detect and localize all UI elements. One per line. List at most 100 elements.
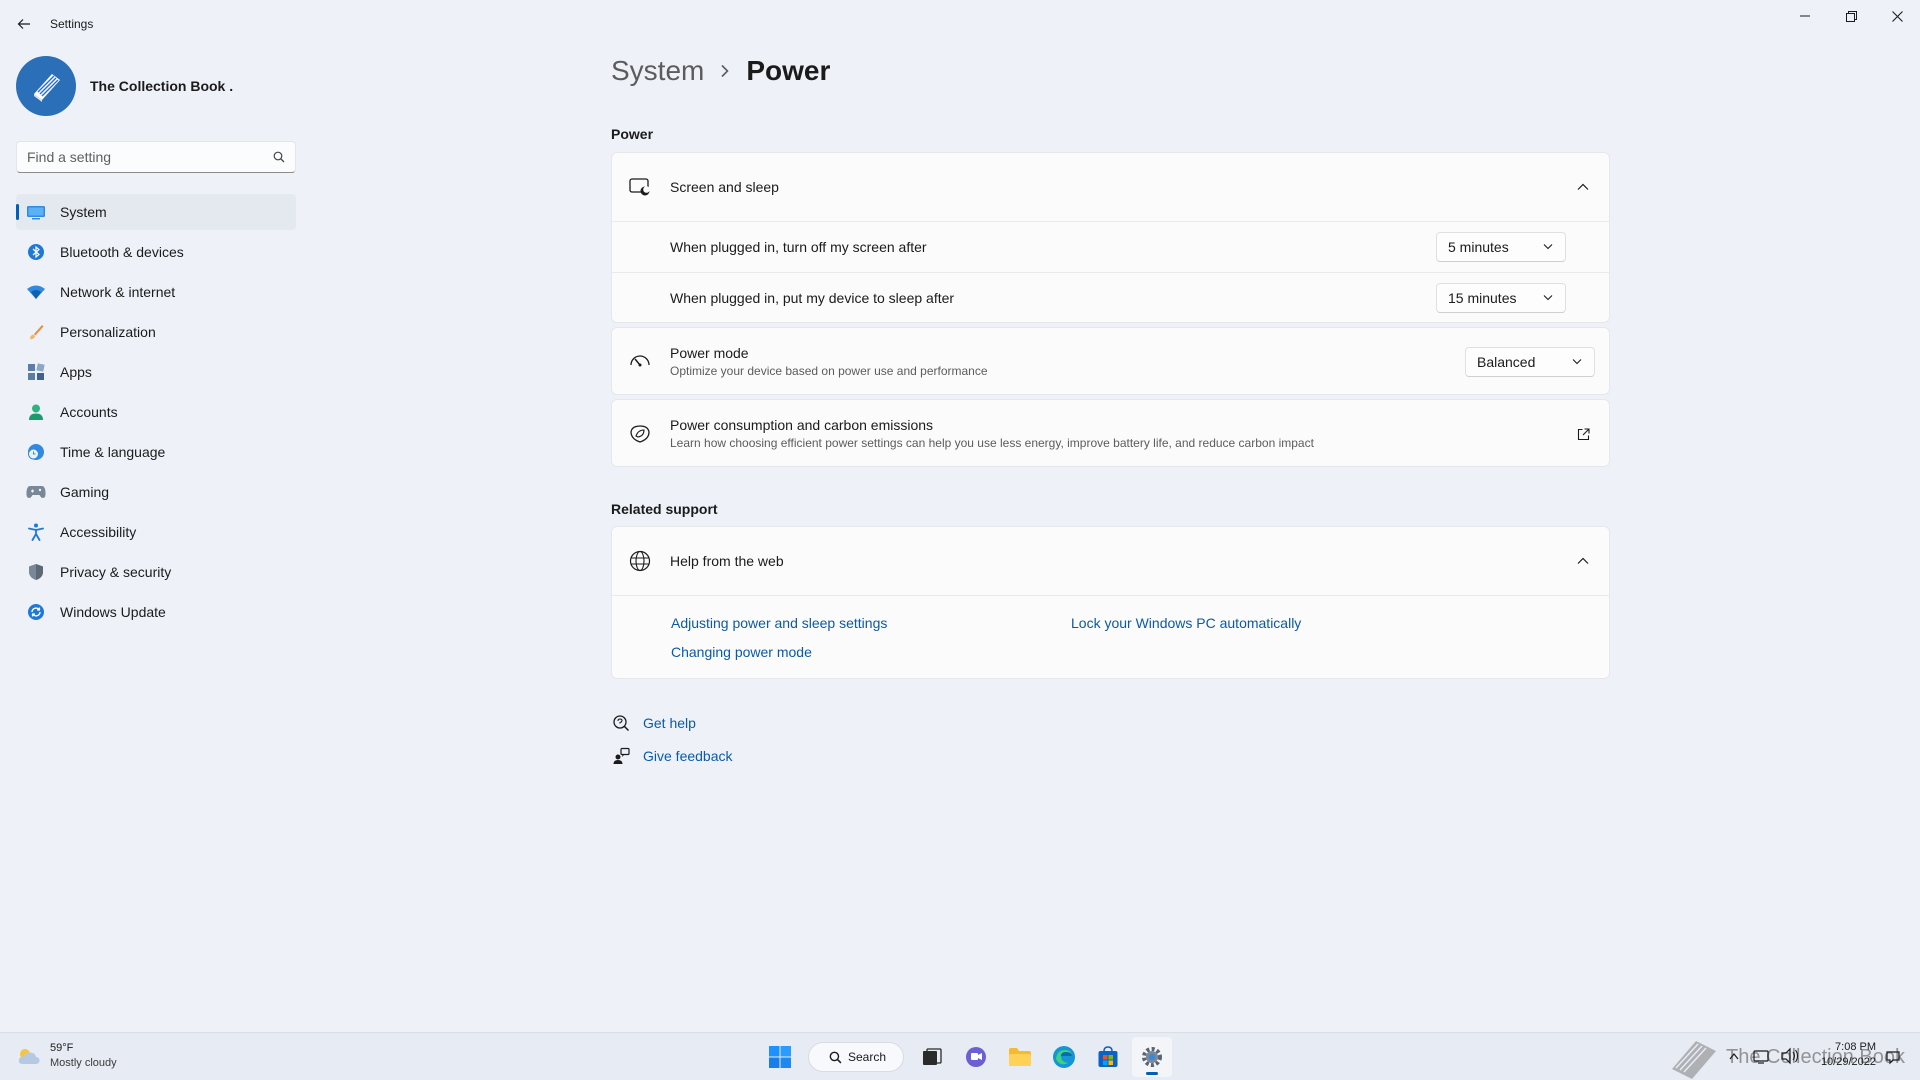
globe-clock-icon	[26, 442, 46, 462]
power-consumption-card[interactable]: Power consumption and carbon emissions L…	[611, 399, 1610, 467]
help-chat-icon	[611, 713, 631, 733]
accessibility-icon	[26, 522, 46, 542]
chevron-right-icon	[720, 64, 730, 78]
book-watermark-icon	[1672, 1041, 1716, 1079]
sidebar-item-gaming[interactable]: Gaming	[16, 474, 296, 510]
back-arrow-icon	[17, 19, 30, 29]
get-help-label: Get help	[643, 715, 696, 731]
app-title: Settings	[50, 17, 94, 31]
clock[interactable]: 7:08 PM 10/29/2022	[1816, 1040, 1876, 1070]
date: 10/29/2022	[1820, 1056, 1876, 1068]
time: 7:08 PM	[1835, 1041, 1876, 1053]
minimize-icon	[1800, 15, 1810, 17]
taskbar-search[interactable]: Search	[808, 1042, 904, 1072]
apps-icon	[26, 362, 46, 382]
power-consumption-description: Learn how choosing efficient power setti…	[670, 436, 1314, 450]
tray-chevron-up-icon[interactable]	[1728, 1041, 1740, 1071]
search-box[interactable]	[16, 141, 296, 173]
power-mode-text: Power mode Optimize your device based on…	[670, 345, 988, 378]
book-logo-icon	[34, 74, 60, 102]
sidebar-item-label: Accounts	[60, 404, 118, 420]
chevron-up-icon[interactable]	[1571, 549, 1595, 573]
task-view-icon	[923, 1048, 942, 1065]
volume-icon[interactable]	[1780, 1041, 1800, 1071]
close-button[interactable]	[1874, 0, 1920, 32]
sidebar-item-privacy[interactable]: Privacy & security	[16, 554, 296, 590]
back-button[interactable]	[10, 10, 38, 38]
chat-button[interactable]	[956, 1037, 996, 1077]
chat-icon	[966, 1047, 986, 1067]
weather-condition: Mostly cloudy	[50, 1057, 117, 1069]
gear-icon	[1142, 1047, 1162, 1067]
sleep-dropdown[interactable]: 15 minutes	[1436, 283, 1566, 313]
get-help-link[interactable]: Get help	[611, 713, 696, 733]
wifi-icon	[26, 282, 46, 302]
shield-icon	[26, 562, 46, 582]
profile[interactable]: The Collection Book .	[16, 56, 233, 116]
search-input[interactable]	[17, 142, 257, 172]
taskbar-apps: Search	[760, 1037, 1176, 1077]
sidebar-nav: System Bluetooth & devices Network & int…	[16, 194, 296, 634]
help-web-header[interactable]: Help from the web	[612, 527, 1609, 595]
chevron-down-icon	[1543, 294, 1553, 301]
sidebar-item-network[interactable]: Network & internet	[16, 274, 296, 310]
task-view-button[interactable]	[912, 1037, 952, 1077]
sidebar-item-system[interactable]: System	[16, 194, 296, 230]
network-tray-icon[interactable]	[1752, 1041, 1772, 1071]
avatar	[16, 56, 76, 116]
breadcrumb: System Power	[611, 55, 830, 87]
feedback-icon	[611, 746, 631, 766]
breadcrumb-parent[interactable]: System	[611, 55, 704, 87]
page-title: Power	[746, 55, 831, 86]
screen-off-dropdown[interactable]: 5 minutes	[1436, 232, 1566, 262]
minimize-button[interactable]	[1782, 0, 1828, 32]
power-mode-dropdown[interactable]: Balanced	[1465, 347, 1595, 377]
related-section-title: Related support	[611, 501, 718, 517]
screen-sleep-label: Screen and sleep	[670, 179, 779, 195]
search-icon	[273, 151, 285, 163]
sleep-row: When plugged in, put my device to sleep …	[612, 273, 1609, 323]
sidebar-item-windows-update[interactable]: Windows Update	[16, 594, 296, 630]
weather-temp: 59°F	[50, 1042, 74, 1054]
screen-sleep-icon	[628, 175, 652, 199]
monitor-icon	[26, 202, 46, 222]
give-feedback-label: Give feedback	[643, 748, 733, 764]
settings-button[interactable]	[1132, 1037, 1172, 1077]
sidebar-item-label: Bluetooth & devices	[60, 244, 184, 260]
sleep-value: 15 minutes	[1448, 290, 1517, 306]
globe-icon	[628, 549, 652, 573]
give-feedback-link[interactable]: Give feedback	[611, 746, 733, 766]
weather-widget[interactable]: 59°F Mostly cloudy	[16, 1041, 117, 1071]
screen-sleep-card: Screen and sleep When plugged in, turn o…	[611, 152, 1610, 323]
external-link-icon[interactable]	[1571, 422, 1595, 446]
sidebar-item-label: Gaming	[60, 484, 110, 500]
power-consumption-label: Power consumption and carbon emissions	[670, 417, 934, 433]
store-button[interactable]	[1088, 1037, 1128, 1077]
sidebar-item-accounts[interactable]: Accounts	[16, 394, 296, 430]
screen-off-row: When plugged in, turn off my screen afte…	[612, 222, 1609, 272]
sidebar-item-label: Network & internet	[60, 284, 176, 300]
sidebar-item-bluetooth[interactable]: Bluetooth & devices	[16, 234, 296, 270]
sidebar-item-label: Accessibility	[60, 524, 137, 540]
notification-icon[interactable]	[1884, 1041, 1902, 1071]
edge-button[interactable]	[1044, 1037, 1084, 1077]
start-button[interactable]	[760, 1037, 800, 1077]
restore-button[interactable]	[1828, 0, 1874, 32]
sidebar-item-label: Privacy & security	[60, 564, 172, 580]
sidebar-item-personalization[interactable]: Personalization	[16, 314, 296, 350]
link-lock-pc-automatically[interactable]: Lock your Windows PC automatically	[1071, 615, 1301, 631]
divider	[612, 595, 1609, 596]
sidebar-item-label: Apps	[60, 364, 92, 380]
file-explorer-button[interactable]	[1000, 1037, 1040, 1077]
sidebar-item-accessibility[interactable]: Accessibility	[16, 514, 296, 550]
power-mode-value: Balanced	[1477, 354, 1536, 370]
taskbar: 59°F Mostly cloudy Search The Collection…	[0, 1032, 1920, 1080]
folder-icon	[1009, 1048, 1031, 1066]
link-changing-power-mode[interactable]: Changing power mode	[671, 644, 812, 660]
link-adjusting-power-sleep[interactable]: Adjusting power and sleep settings	[671, 615, 887, 631]
sidebar-item-time-language[interactable]: Time & language	[16, 434, 296, 470]
chevron-up-icon[interactable]	[1571, 175, 1595, 199]
sidebar-item-apps[interactable]: Apps	[16, 354, 296, 390]
power-mode-card: Power mode Optimize your device based on…	[611, 327, 1610, 395]
screen-sleep-header[interactable]: Screen and sleep	[612, 153, 1609, 221]
